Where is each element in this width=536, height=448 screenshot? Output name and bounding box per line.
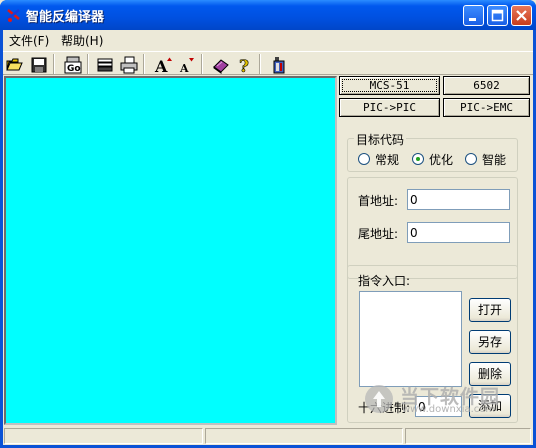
font-decrease-button[interactable]: A	[175, 53, 197, 75]
status-bar	[3, 427, 533, 445]
radio-normal-label: 常规	[375, 153, 400, 167]
cpu-pic-pic-button[interactable]: PIC->PIC	[339, 98, 440, 117]
target-code-group: 目标代码 常规 优化 智能	[347, 131, 518, 172]
title-bar[interactable]: 智能反编译器	[0, 0, 536, 30]
cpu-6502-button[interactable]: 6502	[443, 76, 530, 95]
disassembly-display[interactable]	[4, 76, 337, 425]
svg-text:?: ?	[239, 57, 249, 74]
radio-optimize-circle	[412, 153, 424, 165]
start-address-label: 首地址:	[358, 194, 399, 208]
radio-optimize-label: 优化	[429, 153, 454, 167]
print-setup-button[interactable]	[93, 53, 115, 75]
toolbar: Go A A ?	[3, 51, 533, 75]
instruction-entry-title: 指令入口:	[358, 274, 411, 288]
app-icon	[7, 9, 20, 22]
svg-text:A: A	[154, 57, 168, 74]
toolbar-separator	[259, 54, 261, 74]
window-title: 智能反编译器	[26, 10, 105, 25]
book-button[interactable]	[209, 53, 231, 75]
toolbar-separator	[201, 54, 203, 74]
minimize-button[interactable]	[463, 5, 484, 26]
minimize-icon	[469, 18, 476, 21]
toolbar-separator	[143, 54, 145, 74]
app-window: 智能反编译器 文件(F) 帮助(H) Go A A ? MCS-51 6502 …	[0, 0, 536, 448]
print-button[interactable]	[117, 53, 139, 75]
radio-normal-circle	[358, 153, 370, 165]
maximize-icon	[491, 9, 504, 22]
toolbar-separator	[87, 54, 89, 74]
font-increase-button[interactable]: A	[151, 53, 173, 75]
menu-file[interactable]: 文件(F)	[9, 32, 49, 49]
instruction-entry-list[interactable]	[359, 291, 462, 387]
print-icon	[120, 56, 138, 74]
close-button[interactable]	[511, 5, 532, 26]
about-icon	[273, 57, 285, 74]
book-icon	[213, 59, 229, 74]
save-button[interactable]	[27, 53, 49, 75]
target-code-title: 目标代码	[354, 131, 407, 148]
font-increase-icon: A	[154, 57, 172, 74]
client-area: 文件(F) 帮助(H) Go A A ? MCS-51 6502 PIC->PI…	[3, 30, 533, 445]
open-folder-icon	[6, 58, 23, 71]
cpu-mcs51-button[interactable]: MCS-51	[339, 76, 440, 95]
menu-bar: 文件(F) 帮助(H)	[3, 30, 533, 50]
save-as-entry-button[interactable]: 另存	[469, 330, 511, 354]
go-button[interactable]: Go	[61, 53, 83, 75]
status-pane-1	[4, 428, 203, 444]
end-address-input[interactable]	[407, 222, 510, 243]
hex-label: 十六进制:	[358, 401, 411, 415]
radio-smart-label: 智能	[482, 153, 507, 167]
toolbar-separator	[53, 54, 55, 74]
about-button[interactable]	[267, 53, 289, 75]
open-button[interactable]	[3, 53, 25, 75]
open-entry-button[interactable]: 打开	[469, 298, 511, 322]
delete-entry-button[interactable]: 删除	[469, 362, 511, 386]
cpu-pic-emc-button[interactable]: PIC->EMC	[443, 98, 530, 117]
start-address-input[interactable]	[407, 189, 510, 210]
add-entry-button[interactable]: 添加	[469, 394, 511, 418]
save-disk-icon	[31, 57, 47, 73]
end-address-label: 尾地址:	[358, 227, 399, 241]
maximize-button[interactable]	[487, 5, 508, 26]
status-pane-3	[405, 428, 531, 444]
svg-text:A: A	[179, 62, 189, 74]
status-pane-2	[205, 428, 403, 444]
close-icon	[516, 10, 527, 21]
print-setup-icon	[97, 58, 113, 72]
go-icon: Go	[64, 56, 82, 74]
help-icon: ?	[239, 57, 250, 74]
help-button[interactable]: ?	[233, 53, 255, 75]
font-decrease-icon: A	[179, 58, 194, 74]
menu-help[interactable]: 帮助(H)	[61, 32, 103, 49]
instruction-entry-group: 指令入口: 打开 另存 删除 十六进制: 添加	[347, 265, 518, 423]
radio-smart-circle	[465, 153, 477, 165]
address-group: 首地址: 尾地址:	[347, 177, 518, 279]
svg-text:Go: Go	[67, 64, 81, 74]
hex-input[interactable]	[415, 396, 462, 417]
